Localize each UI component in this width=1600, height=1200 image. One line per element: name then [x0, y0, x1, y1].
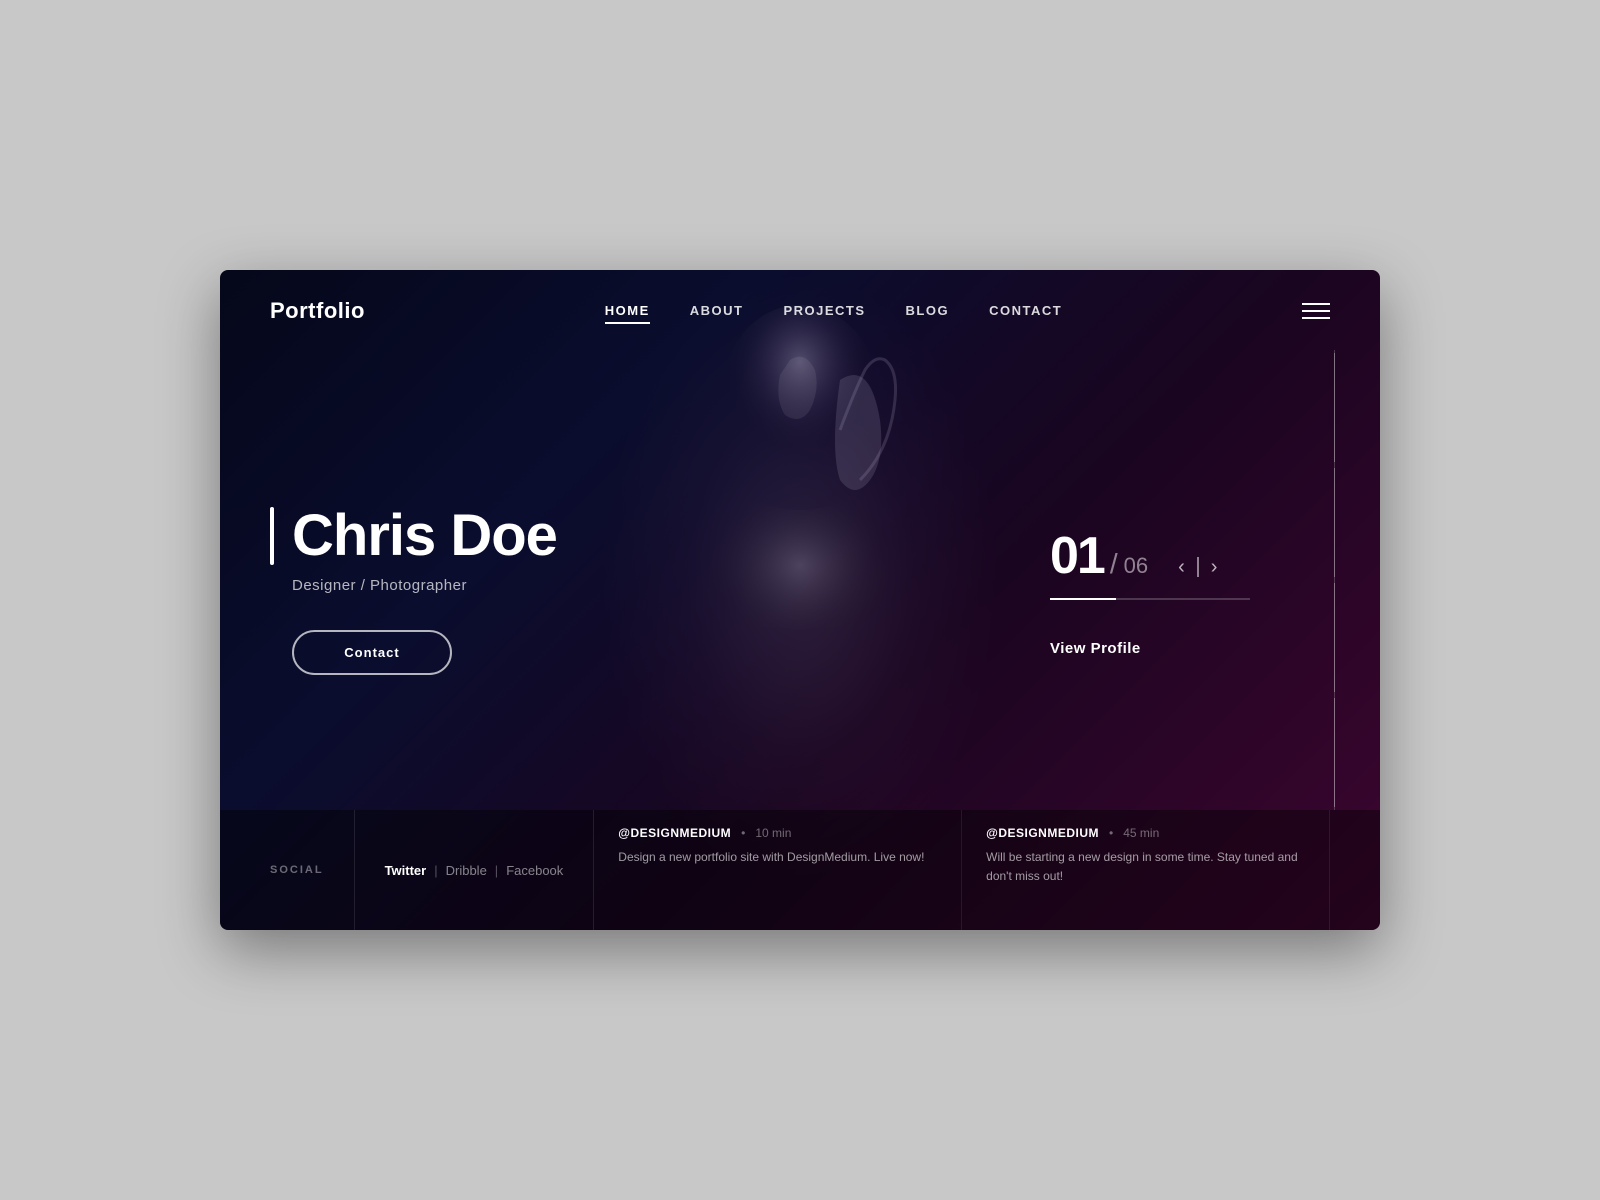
- feed-dot-1: •: [741, 826, 745, 840]
- feed-handle-1: @DESIGNMEDIUM: [618, 826, 731, 840]
- nav-links: HOME ABOUT PROJECTS BLOG CONTACT: [605, 302, 1062, 320]
- slide-dot: [1197, 557, 1199, 577]
- social-tab-facebook[interactable]: Facebook: [506, 859, 563, 882]
- social-sep-1: |: [434, 863, 437, 878]
- slide-divider: /: [1110, 548, 1118, 580]
- hero-subtitle: Designer / Photographer: [292, 577, 650, 594]
- slide-current: 01: [1050, 526, 1104, 586]
- hamburger-menu[interactable]: [1302, 303, 1330, 319]
- v-line-seg-2: [1334, 468, 1335, 577]
- nav-item-contact[interactable]: CONTACT: [989, 302, 1062, 320]
- social-tab-twitter[interactable]: Twitter: [385, 859, 427, 882]
- slide-total: 06: [1124, 553, 1148, 579]
- feed-dot-2: •: [1109, 826, 1113, 840]
- slide-progress-fill: [1050, 598, 1116, 600]
- v-line-seg-4: [1334, 698, 1335, 807]
- hero-name: Chris Doe: [292, 507, 557, 565]
- hamburger-line-1: [1302, 303, 1330, 305]
- social-label-col: SOCIAL: [270, 810, 355, 930]
- nav-item-about[interactable]: ABOUT: [690, 302, 744, 320]
- vertical-line-right: [1334, 350, 1335, 810]
- hamburger-line-2: [1302, 310, 1330, 312]
- feed-handle-2: @DESIGNMEDIUM: [986, 826, 1099, 840]
- slide-counter: 01 / 06 ‹ ›: [1050, 526, 1270, 586]
- social-tabs-col: Twitter | Dribble | Facebook: [355, 810, 595, 930]
- social-tab-dribbble[interactable]: Dribble: [446, 859, 487, 882]
- slide-progress-bar: [1050, 598, 1250, 600]
- v-line-seg-3: [1334, 583, 1335, 692]
- right-content: 01 / 06 ‹ › View Profile: [1050, 352, 1330, 810]
- feed-time-1: 10 min: [755, 826, 791, 840]
- social-feeds: @DESIGNMEDIUM • 10 min Design a new port…: [594, 810, 1330, 930]
- next-arrow[interactable]: ›: [1211, 556, 1218, 579]
- nav-item-projects[interactable]: PROJECTS: [783, 302, 865, 320]
- feed-text-1: Design a new portfolio site with DesignM…: [618, 848, 937, 867]
- social-label: SOCIAL: [270, 864, 324, 876]
- feed-text-2: Will be starting a new design in some ti…: [986, 848, 1305, 886]
- left-content: Chris Doe Designer / Photographer Contac…: [270, 352, 650, 810]
- name-block: Chris Doe: [270, 507, 650, 565]
- hero-section: Portfolio HOME ABOUT PROJECTS BLOG CONTA…: [220, 270, 1380, 930]
- nav-item-home[interactable]: HOME: [605, 302, 650, 320]
- hamburger-line-3: [1302, 317, 1330, 319]
- accent-bar: [270, 507, 274, 565]
- feed-item-1: @DESIGNMEDIUM • 10 min Design a new port…: [594, 810, 962, 930]
- social-sep-2: |: [495, 863, 498, 878]
- prev-arrow[interactable]: ‹: [1178, 556, 1185, 579]
- contact-button[interactable]: Contact: [292, 630, 452, 675]
- v-line-seg-1: [1334, 353, 1335, 462]
- nav-item-blog[interactable]: BLOG: [906, 302, 950, 320]
- hero-content: Chris Doe Designer / Photographer Contac…: [220, 352, 1380, 810]
- view-profile-link[interactable]: View Profile: [1050, 640, 1270, 657]
- nav: Portfolio HOME ABOUT PROJECTS BLOG CONTA…: [220, 270, 1380, 352]
- feed-header-2: @DESIGNMEDIUM • 45 min: [986, 826, 1305, 840]
- browser-frame: Portfolio HOME ABOUT PROJECTS BLOG CONTA…: [220, 270, 1380, 930]
- social-bar: SOCIAL Twitter | Dribble | Facebook @DES…: [220, 810, 1380, 930]
- feed-header-1: @DESIGNMEDIUM • 10 min: [618, 826, 937, 840]
- logo[interactable]: Portfolio: [270, 298, 365, 324]
- feed-time-2: 45 min: [1123, 826, 1159, 840]
- feed-item-2: @DESIGNMEDIUM • 45 min Will be starting …: [962, 810, 1330, 930]
